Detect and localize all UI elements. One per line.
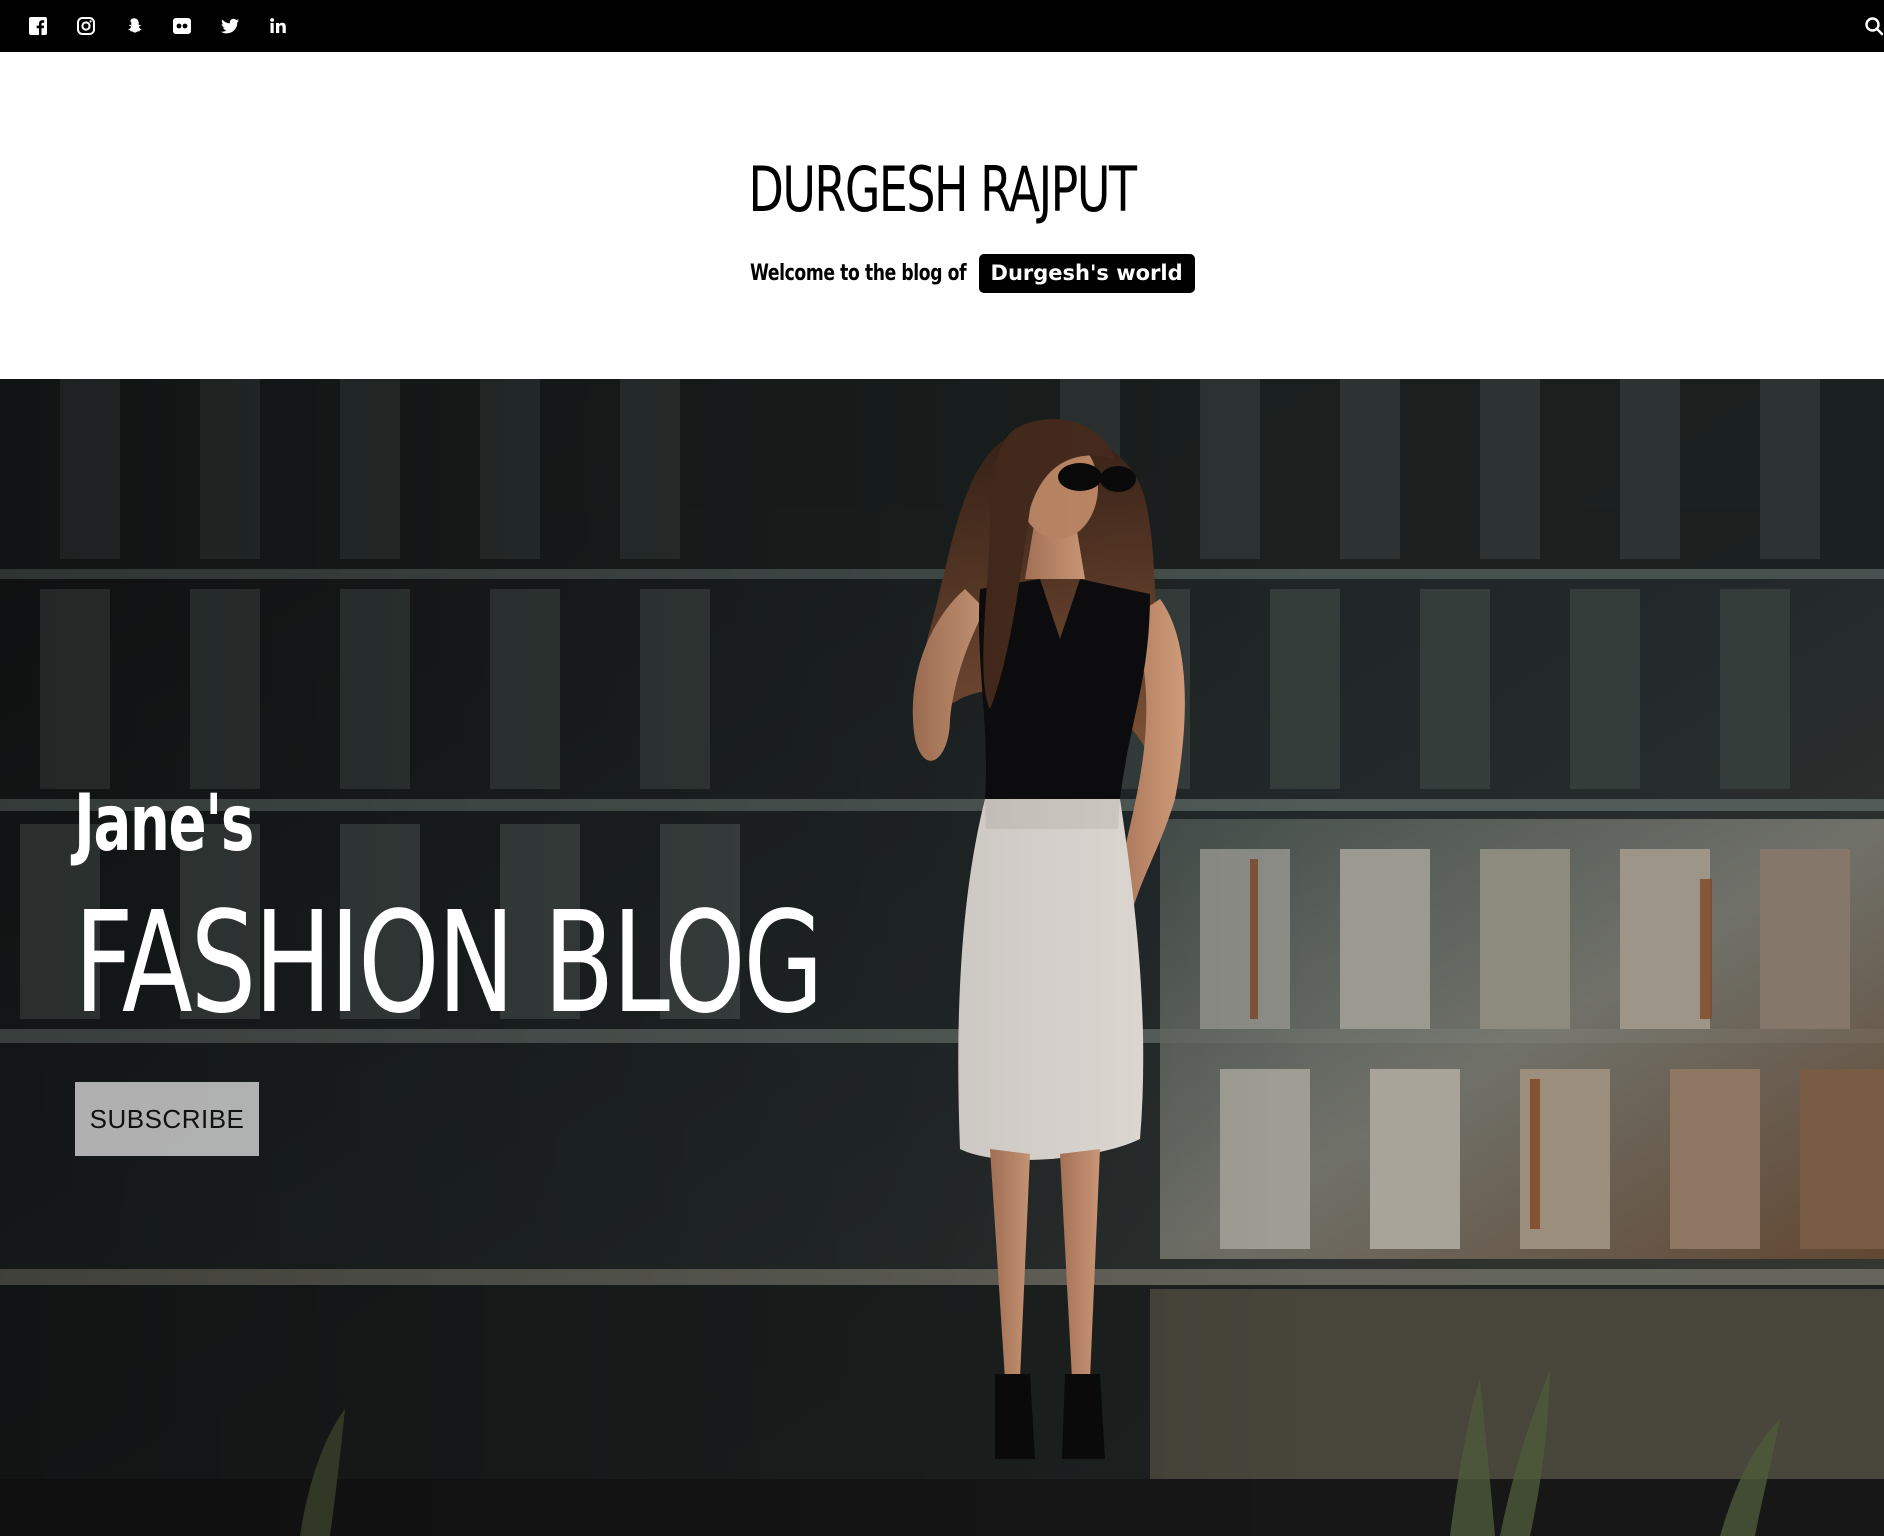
tagline-badge[interactable]: Durgesh's world [978, 254, 1195, 293]
snapchat-icon[interactable] [124, 16, 144, 36]
facebook-icon[interactable] [28, 16, 48, 36]
site-tagline: Welcome to the blog of Durgesh's world [0, 254, 1884, 293]
search-icon[interactable] [1864, 16, 1884, 36]
twitter-icon[interactable] [220, 16, 240, 36]
social-topbar [0, 0, 1884, 52]
hero-title: FASHION BLOG [74, 882, 824, 1045]
subscribe-button[interactable]: SUBSCRIBE [75, 1082, 259, 1156]
hero-banner: Jane's FASHION BLOG SUBSCRIBE [0, 379, 1884, 1536]
social-icons [28, 16, 288, 36]
site-header: DURGESH RAJPUT Welcome to the blog of Du… [0, 52, 1884, 379]
linkedin-icon[interactable] [268, 16, 288, 36]
site-title[interactable]: DURGESH RAJPUT [245, 150, 1639, 230]
flickr-icon[interactable] [172, 16, 192, 36]
tagline-text: Welcome to the blog of [750, 261, 967, 286]
hero-subtitle: Jane's [74, 779, 254, 869]
instagram-icon[interactable] [76, 16, 96, 36]
